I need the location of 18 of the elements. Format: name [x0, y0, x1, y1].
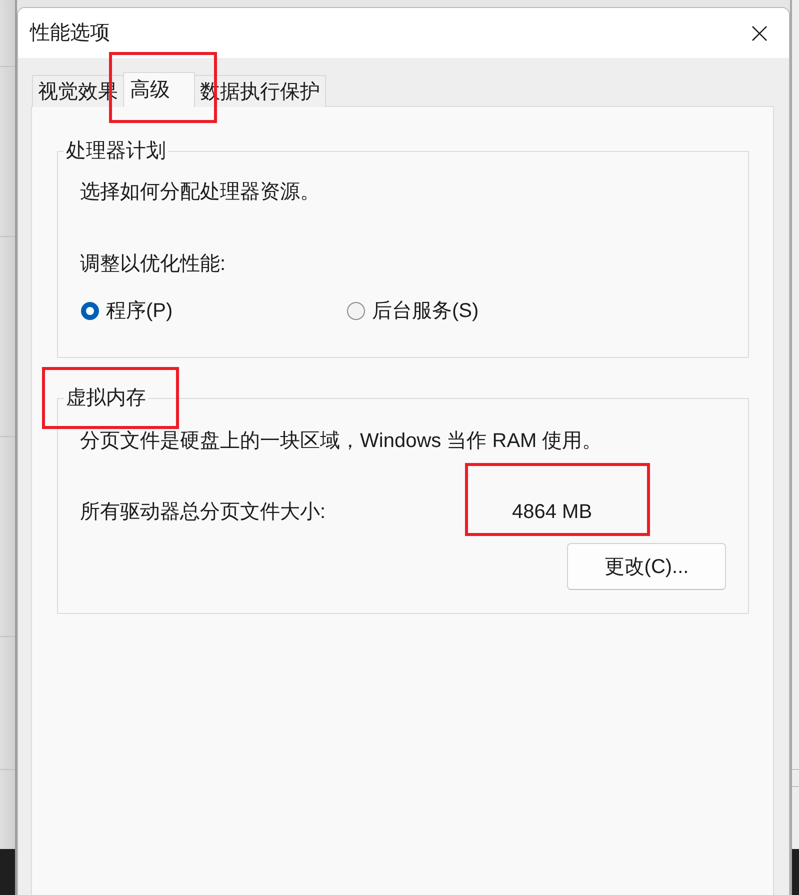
size-label: 所有驱动器总分页文件大小:	[80, 500, 327, 524]
window-title: 性能选项	[30, 21, 110, 46]
prompt-text: 调整以优化性能:	[80, 252, 227, 276]
group-title: 处理器计划	[66, 140, 166, 162]
radio-label[interactable]: 后台服务(S)	[372, 299, 479, 323]
taskbar	[792, 849, 799, 895]
radio-button[interactable]	[347, 302, 365, 320]
description-text: 分页文件是硬盘上的一块区域，Windows 当作 RAM 使用。	[80, 429, 604, 453]
tab[interactable]: 高级	[123, 72, 195, 107]
description-text: 选择如何分配处理器资源。	[80, 180, 321, 204]
radio-label[interactable]: 程序(P)	[106, 299, 173, 323]
size-value: 4864 MB	[512, 501, 592, 523]
group-title: 虚拟内存	[66, 387, 146, 409]
radio-button[interactable]	[81, 302, 99, 320]
close-button[interactable]	[752, 26, 767, 40]
change-button[interactable]: 更改(C)...	[567, 543, 726, 590]
close-icon	[752, 26, 767, 40]
taskbar	[0, 849, 15, 895]
